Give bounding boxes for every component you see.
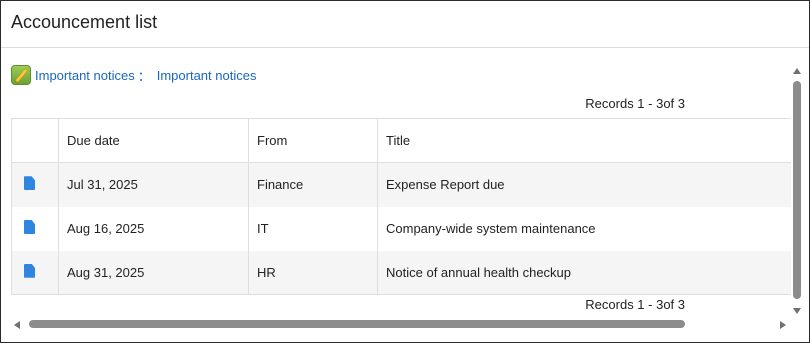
- panel-title: Accouncement list: [11, 12, 158, 32]
- records-count-top: Records 1 - 3of 3: [585, 96, 685, 111]
- title-cell[interactable]: Company-wide system maintenance: [377, 206, 791, 251]
- horizontal-scrollbar[interactable]: [11, 318, 789, 332]
- pencil-icon: [11, 65, 31, 85]
- table-row[interactable]: Jul 31, 2025 Finance Expense Report due: [11, 162, 791, 207]
- title-cell[interactable]: Notice of annual health checkup: [377, 250, 791, 295]
- table-header-row: Due date From Title: [11, 118, 791, 163]
- document-icon[interactable]: [24, 220, 35, 234]
- column-header-due-date[interactable]: Due date: [58, 118, 249, 163]
- from-cell: HR: [248, 250, 378, 295]
- panel-header: Accouncement list: [1, 1, 809, 48]
- records-count-bottom: Records 1 - 3of 3: [585, 297, 685, 312]
- document-icon[interactable]: [24, 176, 35, 191]
- column-header-from[interactable]: From: [248, 118, 378, 163]
- from-cell: Finance: [248, 162, 378, 207]
- scroll-right-arrow-icon[interactable]: [780, 321, 786, 329]
- scroll-up-arrow-icon[interactable]: [793, 68, 801, 74]
- column-header-title[interactable]: Title: [377, 118, 791, 163]
- due-date-cell: Aug 16, 2025: [58, 206, 249, 251]
- important-notices-sublink[interactable]: Important notices: [157, 68, 257, 83]
- document-icon[interactable]: [24, 263, 35, 278]
- column-header-icon: [12, 119, 59, 163]
- due-date-cell: Aug 31, 2025: [58, 250, 249, 295]
- horizontal-scroll-thumb[interactable]: [29, 320, 685, 328]
- title-cell[interactable]: Expense Report due: [377, 162, 791, 207]
- from-cell: IT: [248, 206, 378, 251]
- breadcrumb-separator: ：: [137, 68, 151, 84]
- due-date-cell: Jul 31, 2025: [58, 162, 249, 207]
- scroll-down-arrow-icon[interactable]: [793, 308, 801, 314]
- vertical-scrollbar[interactable]: [791, 63, 804, 318]
- announcement-panel: Accouncement list Important notices ： Im…: [0, 0, 810, 343]
- panel-content: Important notices ： Important notices Re…: [1, 48, 791, 318]
- vertical-scroll-thumb[interactable]: [793, 81, 801, 299]
- table-row[interactable]: Aug 31, 2025 HR Notice of annual health …: [11, 250, 791, 295]
- scroll-left-arrow-icon[interactable]: [14, 321, 20, 329]
- important-notices-link[interactable]: Important notices: [35, 68, 135, 83]
- announcement-table: Due date From Title Jul 31, 2025 Finance…: [11, 118, 791, 295]
- table-row[interactable]: Aug 16, 2025 IT Company-wide system main…: [12, 206, 791, 251]
- notice-category-line: Important notices ： Important notices: [11, 64, 256, 86]
